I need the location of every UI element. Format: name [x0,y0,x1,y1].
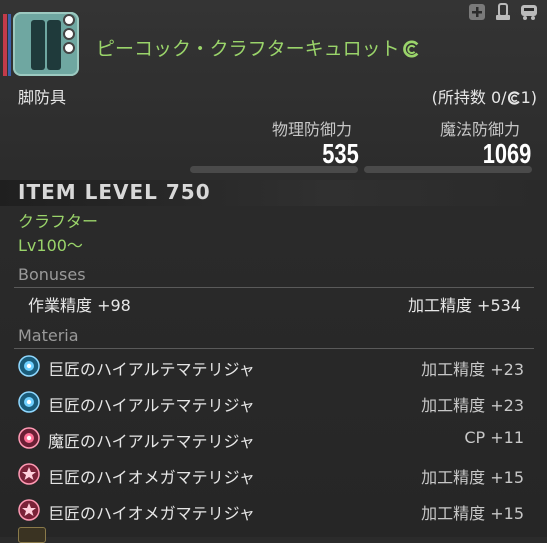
materia-name: 巨匠のハイアルテマテリジャ [48,396,255,415]
item-level: ITEM LEVEL 750 [18,180,211,204]
materia-slot[interactable]: 巨匠のハイアルテマテリジャ 加工精度 +23 [14,353,534,381]
hq-icon [507,91,520,105]
materia-name: 魔匠のハイアルテマテリジャ [48,432,255,451]
materia-orb-icon [18,391,40,413]
level-requirement: Lv100～ [18,236,83,255]
bonus-item: 作業精度 +98 [28,296,131,315]
materia-slot[interactable]: 巨匠のハイオメガマテリジャ 加工精度 +15 [14,461,534,489]
materia-value: 加工精度 +15 [421,468,524,487]
bonuses-divider [14,287,534,288]
crafted-by-icon [18,527,46,543]
materia-star-icon [18,463,40,485]
bonuses-title: Bonuses [18,265,86,284]
materia-name: 巨匠のハイオメガマテリジャ [48,504,255,523]
materia-value: 加工精度 +15 [421,504,524,523]
materia-slot[interactable]: 巨匠のハイオメガマテリジャ 加工精度 +15 [14,497,534,525]
item-category: 脚防具 [18,88,67,107]
magic-defense-bar [364,166,532,173]
materia-slot[interactable]: 巨匠のハイアルテマテリジャ 加工精度 +23 [14,389,534,417]
item-icon[interactable] [13,12,79,76]
materia-star-icon [18,499,40,521]
materia-value: 加工精度 +23 [421,396,524,415]
item-tooltip: ピーコック・クラフターキュロット 脚防具 (所持数 0/ 1) 物理防御力 53… [0,0,547,543]
item-name: ピーコック・クラフターキュロット [96,34,420,61]
spiritbond-bar [8,14,11,76]
plus-icon[interactable] [467,2,487,22]
materia-divider [14,348,534,349]
physical-defense-bar [190,166,358,173]
hq-icon [402,40,418,58]
materia-value: 加工精度 +23 [421,360,524,379]
materia-name: 巨匠のハイオメガマテリジャ [48,468,255,487]
materia-orb-icon [18,427,40,449]
condition-bar [3,14,7,76]
materia-value: CP +11 [464,428,524,447]
top-icons [467,2,539,22]
materia-title: Materia [18,326,79,345]
bonus-item: 加工精度 +534 [407,296,521,315]
physical-defense-label: 物理防御力 [272,120,353,139]
class-requirement: クラフター [18,212,99,231]
owned-count: (所持数 0/ 1) [431,88,537,107]
materia-orb-icon [18,355,40,377]
dye-icon[interactable] [493,2,513,22]
materia-name: 巨匠のハイアルテマテリジャ [48,360,255,379]
magic-defense-label: 魔法防御力 [440,120,521,139]
glamour-icon[interactable] [519,2,539,22]
materia-slot[interactable]: 魔匠のハイアルテマテリジャ CP +11 [14,425,534,453]
